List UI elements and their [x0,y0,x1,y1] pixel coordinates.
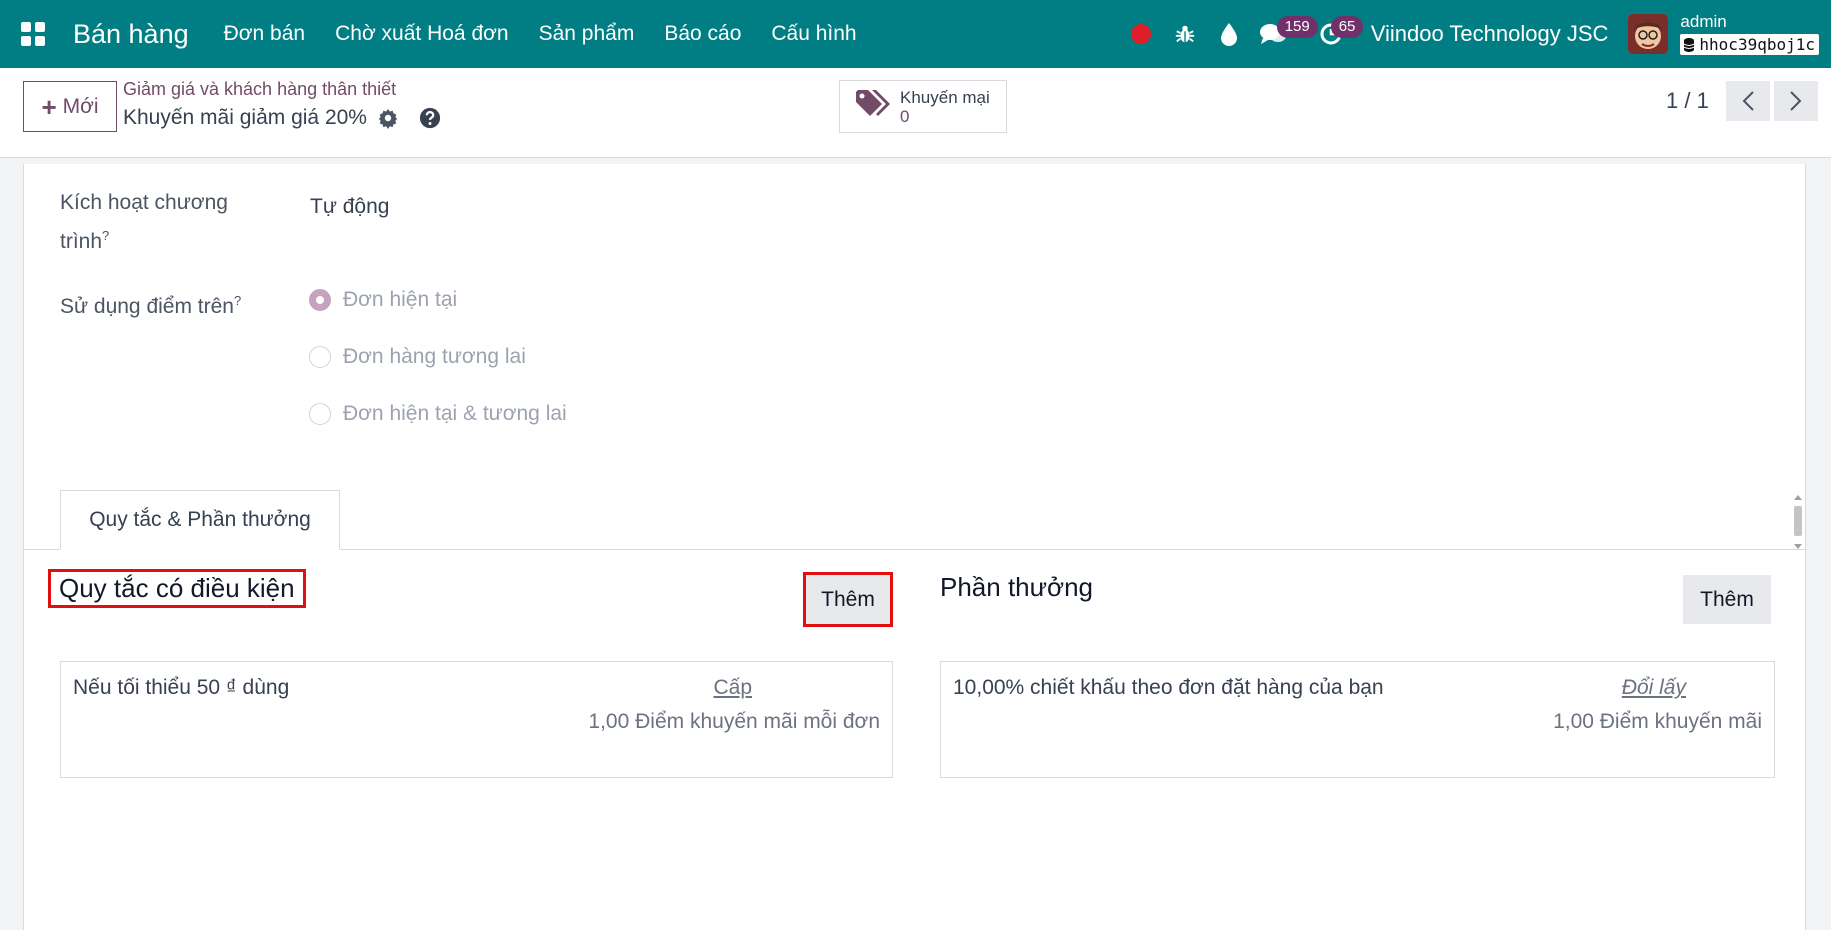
reward-redeem-link[interactable]: Đổi lấy [1622,676,1686,700]
gear-icon[interactable] [377,107,399,129]
chevron-right-icon [1790,91,1802,111]
add-reward-button[interactable]: Thêm [1683,575,1771,624]
theme-drop-icon[interactable] [1207,14,1251,54]
smart-button-count: 0 [900,106,910,126]
promotions-smart-button[interactable]: Khuyến mại 0 [839,80,1007,133]
radio-button[interactable] [309,346,331,368]
new-record-button[interactable]: + Mới [23,81,117,132]
tooltip-question-icon[interactable]: ? [234,293,241,308]
pager-next-button[interactable] [1774,81,1818,121]
scrollbar[interactable] [1791,492,1805,552]
radio-button-checked[interactable] [309,289,331,311]
rule-card[interactable]: Nếu tối thiểu 50 ₫ dùng Cấp 1,00 Điểm kh… [60,661,893,778]
rule-condition: Nếu tối thiểu 50 ₫ dùng [73,676,290,699]
tooltip-question-icon[interactable]: ? [102,228,109,243]
recording-indicator-icon[interactable] [1119,14,1163,54]
activities-count-badge: 65 [1330,16,1364,38]
smart-button-label: Khuyến mại [900,87,990,107]
radio-button[interactable] [309,403,331,425]
tags-icon [854,88,892,125]
top-navbar: Bán hàng Đơn bán Chờ xuất Hoá đơn Sản ph… [0,0,1831,68]
breadcrumb-current: Khuyến mãi giảm giá 20% [123,106,441,130]
menu-item-products[interactable]: Sản phẩm [524,22,650,46]
menu-item-configuration[interactable]: Cấu hình [756,22,871,46]
chevron-left-icon [1742,91,1754,111]
scrollbar-thumb[interactable] [1794,506,1802,536]
menu-item-reporting[interactable]: Báo cáo [649,22,756,46]
control-panel: + Mới Giảm giá và khách hàng thân thiết … [0,68,1831,158]
add-rule-button[interactable]: Thêm [803,572,893,627]
radio-current-and-future[interactable]: Đơn hiện tại & tương lai [309,402,567,426]
trigger-field-label: Kích hoạt chương trình? [60,191,228,253]
pager-previous-button[interactable] [1726,81,1770,121]
messages-icon[interactable]: 159 [1251,14,1318,54]
systray: 159 65 Viindoo Technology JSC admin hhoc… [1119,0,1831,68]
menu-item-orders[interactable]: Đơn bán [209,22,321,46]
help-question-icon[interactable] [419,107,441,129]
pager-value[interactable]: 1 / 1 [1666,88,1709,114]
reward-points: 1,00 Điểm khuyến mãi [1553,710,1762,733]
tab-rules-rewards[interactable]: Quy tắc & Phần thưởng [60,490,340,550]
form-sheet: Kích hoạt chương trình? Tự động Sử dụng … [23,164,1806,930]
trigger-field-value[interactable]: Tự động [310,195,389,219]
main-menu: Đơn bán Chờ xuất Hoá đơn Sản phẩm Báo cá… [209,22,872,46]
reward-card[interactable]: 10,00% chiết khấu theo đơn đặt hàng của … [940,661,1775,778]
database-icon [1684,37,1695,52]
plus-icon: + [41,91,57,122]
company-switcher[interactable]: Viindoo Technology JSC [1371,21,1609,47]
activities-clock-icon[interactable]: 65 [1309,14,1364,54]
rewards-section-title: Phần thưởng [940,572,1094,602]
menu-item-to-invoice[interactable]: Chờ xuất Hoá đơn [320,22,523,46]
rule-grant-link[interactable]: Cấp [713,676,752,700]
rule-points: 1,00 Điểm khuyến mãi mỗi đơn [588,710,880,733]
radio-future-order[interactable]: Đơn hàng tương lai [309,345,526,369]
rules-section-title: Quy tắc có điều kiện [48,569,306,608]
debug-bug-icon[interactable] [1163,14,1207,54]
apps-menu-icon[interactable] [21,22,45,46]
user-name: admin [1680,12,1727,31]
breadcrumb-parent[interactable]: Giảm giá và khách hàng thân thiết [123,79,396,100]
app-title[interactable]: Bán hàng [73,19,189,50]
user-avatar[interactable] [1628,14,1669,54]
user-menu[interactable]: admin hhoc39qboj1c [1680,13,1819,55]
radio-current-order[interactable]: Đơn hiện tại [309,288,457,312]
use-points-field-label: Sử dụng điểm trên? [60,293,242,318]
reward-description: 10,00% chiết khấu theo đơn đặt hàng của … [953,676,1384,699]
database-name: hhoc39qboj1c [1680,34,1819,55]
